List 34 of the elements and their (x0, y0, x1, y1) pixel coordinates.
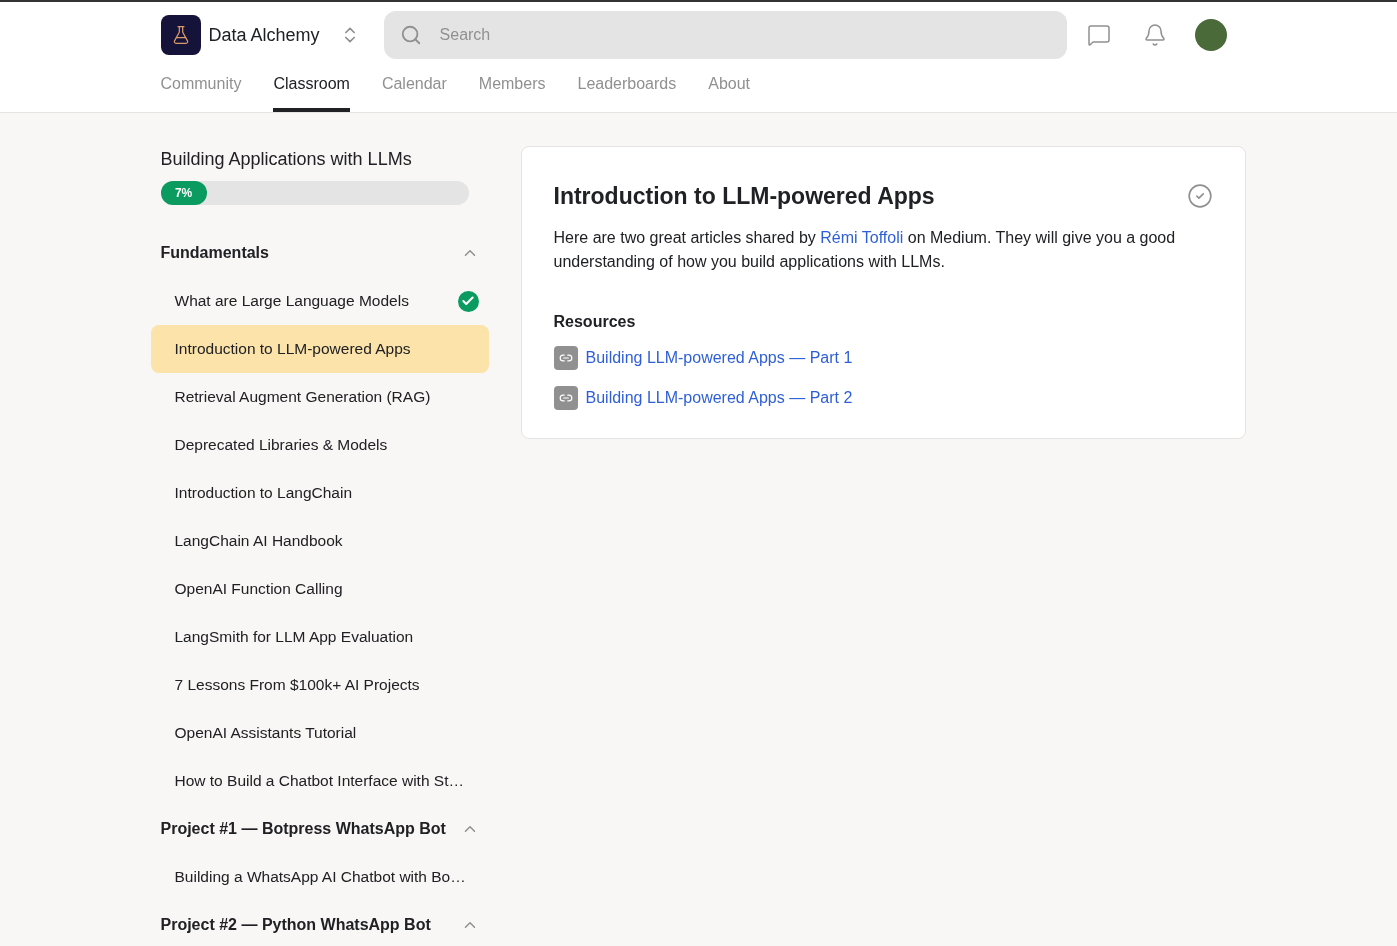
lesson-item[interactable]: Introduction to LangChain (150, 469, 489, 517)
author-link[interactable]: Rémi Toffoli (820, 228, 904, 246)
user-avatar[interactable] (1194, 19, 1227, 51)
lesson-description: Here are two great articles shared by Rémi Toffoli on Medium. They will give you a good understanding of how you build applications with LLMs. (553, 227, 1177, 272)
mark-complete-icon[interactable] (1186, 183, 1213, 210)
group-logo-icon[interactable] (160, 15, 201, 55)
lesson-item[interactable]: LangSmith for LLM App Evaluation (150, 613, 489, 661)
lesson-item[interactable]: Building a WhatsApp AI Chatbot with Bo… (150, 853, 489, 901)
link-icon (553, 385, 578, 410)
lesson-item[interactable]: 7 Lessons From $100k+ AI Projects (150, 661, 489, 709)
search-icon (399, 24, 422, 46)
section-header[interactable]: Project #2 — Python WhatsApp Bot (150, 901, 489, 946)
progress-fill: 7% (160, 181, 207, 205)
lesson-item[interactable]: Retrieval Augment Generation (RAG) (150, 373, 489, 421)
section-header[interactable]: Project #1 — Botpress WhatsApp Bot (150, 805, 489, 853)
lesson-item[interactable]: OpenAI Function Calling (150, 565, 489, 613)
resource-link[interactable]: Building LLM-powered Apps — Part 1 (585, 345, 853, 370)
resources-heading: Resources (553, 311, 637, 332)
chat-icon[interactable] (1086, 23, 1111, 47)
lesson-item[interactable]: OpenAI Assistants Tutorial (150, 709, 489, 757)
nav-tab[interactable]: Classroom (273, 64, 350, 112)
resource-link[interactable]: Building LLM-powered Apps — Part 2 (585, 385, 853, 410)
lesson-item[interactable]: How to Build a Chatbot Interface with St… (150, 757, 489, 805)
link-icon (553, 345, 578, 370)
course-title: Building Applications with LLMs (160, 148, 413, 171)
search-field[interactable]: Search (383, 11, 1067, 59)
notification-bell-icon[interactable] (1142, 23, 1167, 47)
section-header[interactable]: Fundamentals (150, 229, 489, 277)
lesson-title: Introduction to LLM-powered Apps (553, 182, 935, 211)
lesson-item[interactable]: What are Large Language Models (150, 277, 489, 325)
group-name[interactable]: Data Alchemy (208, 21, 320, 49)
lesson-item[interactable]: Introduction to LLM-powered Apps (150, 325, 489, 373)
lesson-item[interactable]: Deprecated Libraries & Models (150, 421, 489, 469)
lesson-item[interactable]: LangChain AI Handbook (150, 517, 489, 565)
